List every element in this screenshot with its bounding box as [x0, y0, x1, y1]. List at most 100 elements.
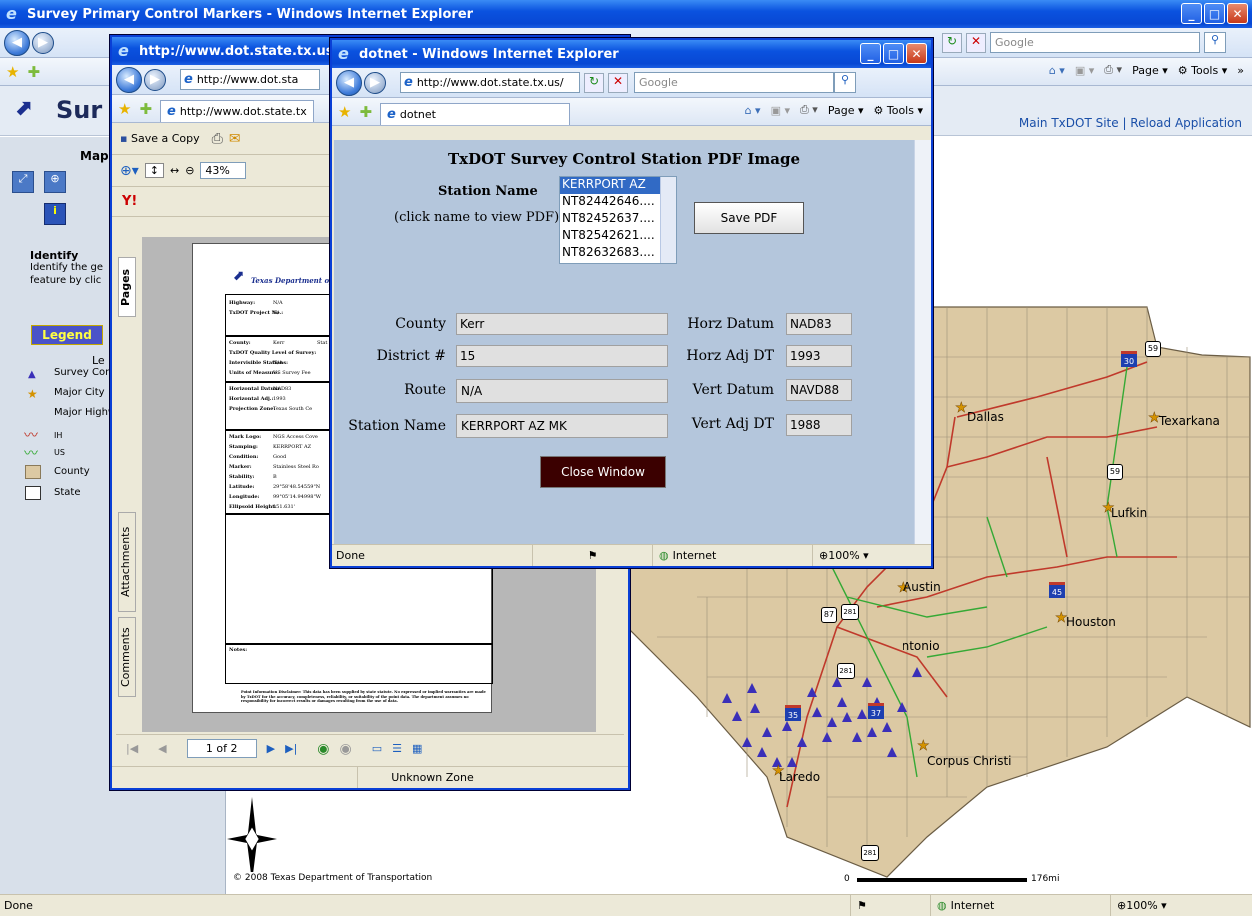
city-laredo[interactable]: Laredo	[779, 770, 820, 784]
legend-button[interactable]: Legend	[31, 325, 103, 345]
identify-tool-button[interactable]: i	[44, 203, 66, 225]
dotnet-search-input[interactable]: Google	[634, 72, 834, 93]
main-status-popup-icon[interactable]: ⚑	[850, 895, 930, 916]
stop-icon[interactable]: ✕	[966, 32, 986, 53]
dotnet-popup-icon[interactable]: ⚑	[532, 545, 652, 566]
city-corpus-christi[interactable]: Corpus Christi	[927, 754, 1012, 768]
zoom-out-icon[interactable]: ⊖	[185, 164, 194, 177]
add-favorites-icon[interactable]: ✚	[27, 63, 40, 81]
favorites-star-icon[interactable]: ★	[118, 100, 131, 118]
back-button[interactable]: ◀	[336, 69, 362, 96]
city-houston[interactable]: Houston	[1066, 615, 1116, 629]
back-button[interactable]: ◀	[116, 66, 142, 93]
zoom-level-input[interactable]: 43%	[200, 162, 247, 179]
comments-tab[interactable]: Comments	[118, 617, 136, 697]
header-links[interactable]: Main TxDOT Site | Reload Application	[1019, 116, 1242, 130]
fit-page-icon[interactable]: ↕	[144, 163, 164, 178]
forward-button[interactable]: ▶	[144, 68, 166, 91]
facing-icon[interactable]: ▦	[412, 742, 422, 755]
add-favorites-icon[interactable]: ✚	[139, 100, 152, 118]
save-pdf-button[interactable]: Save PDF	[694, 202, 804, 234]
refresh-icon[interactable]: ↻	[942, 32, 962, 53]
route-field[interactable]: N/A	[456, 379, 668, 403]
vert-datum-field[interactable]: NAVD88	[786, 379, 852, 401]
first-page-icon[interactable]: |◀	[126, 742, 138, 755]
station-option[interactable]: NT82542621....	[560, 228, 660, 245]
last-page-icon[interactable]: ▶|	[285, 742, 297, 755]
attachments-tab[interactable]: Attachments	[118, 512, 136, 612]
home-icon[interactable]: ⌂ ▾	[1049, 64, 1065, 77]
listbox-scrollbar[interactable]	[660, 177, 676, 263]
more-icon[interactable]: »	[1237, 64, 1244, 77]
close-icon[interactable]: ✕	[906, 43, 927, 64]
dotnet-titlebar[interactable]: e dotnet - Windows Internet Explorer _ □…	[332, 40, 931, 68]
yahoo-toolbar-icon[interactable]: Y!	[122, 194, 137, 209]
add-favorites-icon[interactable]: ✚	[359, 103, 372, 121]
pdf-address-bar[interactable]: e http://www.dot.sta	[180, 69, 320, 90]
vert-adj-field[interactable]: 1988	[786, 414, 852, 436]
favorites-star-icon[interactable]: ★	[338, 103, 351, 121]
print-icon[interactable]: ⎙ ▾	[1104, 63, 1122, 77]
district-field[interactable]: 15	[456, 345, 668, 367]
minimize-icon[interactable]: _	[1181, 3, 1202, 24]
feeds-icon[interactable]: ▣ ▾	[1075, 64, 1094, 77]
station-option[interactable]: NT82442646....	[560, 194, 660, 211]
zoom-in-tool-button[interactable]: ⊕	[44, 171, 66, 193]
pages-tab[interactable]: Pages	[118, 257, 136, 317]
zoom-tool-icon[interactable]: ⊕▾	[120, 163, 139, 179]
horz-adj-field[interactable]: 1993	[786, 345, 852, 367]
main-zoom-control[interactable]: ⊕ 100% ▾	[1110, 895, 1230, 916]
pdf-tab[interactable]: e http://www.dot.state.tx	[160, 100, 314, 122]
fit-width-icon[interactable]: ↔	[170, 164, 179, 177]
dotnet-scrollbar[interactable]	[914, 140, 931, 546]
tools-menu[interactable]: ⚙ Tools ▾	[1178, 64, 1228, 77]
county-field[interactable]: Kerr	[456, 313, 668, 335]
city-austin[interactable]: Austin	[903, 580, 941, 594]
horz-datum-field[interactable]: NAD83	[786, 313, 852, 335]
page-number-input[interactable]: 1 of 2	[186, 739, 257, 758]
favorites-star-icon[interactable]: ★	[6, 63, 19, 81]
city-lufkin[interactable]: Lufkin	[1111, 506, 1147, 520]
refresh-icon[interactable]: ↻	[584, 72, 604, 93]
search-icon[interactable]: ⚲	[834, 72, 856, 93]
forward-button[interactable]: ▶	[364, 71, 386, 94]
stop-icon[interactable]: ✕	[608, 72, 628, 93]
maximize-icon[interactable]: □	[883, 43, 904, 64]
continuous-icon[interactable]: ☰	[392, 742, 402, 755]
go-forward-icon[interactable]: ◉	[340, 741, 352, 757]
tools-menu[interactable]: ⚙ Tools ▾	[874, 104, 924, 117]
home-icon[interactable]: ⌂ ▾	[745, 104, 761, 117]
next-page-icon[interactable]: ▶	[267, 742, 275, 755]
prev-page-icon[interactable]: ◀	[158, 742, 166, 755]
print-icon[interactable]: ⎙ ▾	[800, 103, 818, 117]
station-option-selected[interactable]: KERRPORT AZ	[560, 177, 660, 194]
go-back-icon[interactable]: ◉	[317, 741, 329, 757]
station-option[interactable]: NT82452637....	[560, 211, 660, 228]
dotnet-window: e dotnet - Windows Internet Explorer _ □…	[330, 38, 933, 568]
main-titlebar[interactable]: e Survey Primary Control Markers - Windo…	[0, 0, 1252, 28]
close-window-button[interactable]: Close Window	[540, 456, 666, 488]
city-texarkana[interactable]: Texarkana	[1159, 414, 1220, 428]
main-search-input[interactable]: Google	[990, 32, 1200, 53]
station-option[interactable]: NT82632683....	[560, 245, 660, 262]
maximize-icon[interactable]: □	[1204, 3, 1225, 24]
station-name-field[interactable]: KERRPORT AZ MK	[456, 414, 668, 438]
feeds-icon[interactable]: ▣ ▾	[771, 104, 790, 117]
close-icon[interactable]: ✕	[1227, 3, 1248, 24]
pan-tool-button[interactable]: ⤢	[12, 171, 34, 193]
city-dallas[interactable]: Dallas	[967, 410, 1004, 424]
email-icon[interactable]: ✉	[229, 131, 241, 147]
station-listbox[interactable]: KERRPORT AZ NT82442646.... NT82452637...…	[559, 176, 677, 264]
page-menu[interactable]: Page ▾	[828, 104, 864, 117]
single-page-icon[interactable]: ▭	[372, 742, 382, 755]
back-button[interactable]: ◀	[4, 29, 30, 56]
minimize-icon[interactable]: _	[860, 43, 881, 64]
print-icon[interactable]: ⎙	[212, 131, 223, 147]
page-menu[interactable]: Page ▾	[1132, 64, 1168, 77]
dotnet-tab[interactable]: e dotnet	[380, 103, 571, 125]
search-icon[interactable]: ⚲	[1204, 32, 1226, 53]
forward-button[interactable]: ▶	[32, 31, 54, 54]
save-copy-button[interactable]: ▪ Save a Copy	[120, 132, 200, 145]
dotnet-address-bar[interactable]: e http://www.dot.state.tx.us/	[400, 72, 580, 93]
dotnet-zoom-control[interactable]: ⊕ 100% ▾	[812, 545, 922, 566]
